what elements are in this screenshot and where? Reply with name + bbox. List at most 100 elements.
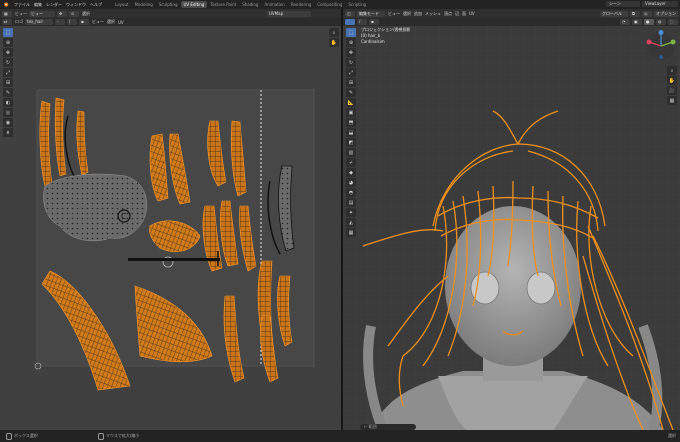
vp-edge-slide-icon[interactable]: ▤ [346, 198, 356, 207]
3d-viewport-canvas[interactable] [343, 26, 680, 430]
overlay-toggle-icon[interactable]: ◔ [620, 19, 630, 25]
menu-edit[interactable]: 編集 [32, 2, 44, 8]
uv-pivot-button[interactable]: ✥ [57, 10, 67, 17]
xray-toggle-icon[interactable]: ▣ [632, 19, 642, 25]
move-icon[interactable]: ✥ [3, 48, 13, 57]
annotate-icon[interactable]: ✎ [3, 88, 13, 97]
solid-shading-icon[interactable]: ● [644, 19, 654, 25]
vp-shear-icon[interactable]: ◭ [346, 218, 356, 227]
tab-texture-paint[interactable]: Texture Paint [207, 1, 239, 8]
vp-smooth-icon[interactable]: ◓ [346, 188, 356, 197]
vp-rotate-icon[interactable]: ↻ [346, 58, 356, 67]
vp-rip-icon[interactable]: ▦ [346, 228, 356, 237]
viewport-vertex-menu[interactable]: 頂点 [444, 11, 452, 17]
vp-move-icon[interactable]: ✥ [346, 48, 356, 57]
vp-annotate-icon[interactable]: ✎ [346, 88, 356, 97]
vp-polybuild-icon[interactable]: ◆ [346, 168, 356, 177]
pinch-icon[interactable]: ◉ [3, 118, 13, 127]
vp-scale-icon[interactable]: ⤢ [346, 68, 356, 77]
uv-editor-canvas[interactable]: C [0, 26, 341, 430]
uv-sync-toggle[interactable]: ⇄ [2, 19, 12, 25]
uv-snap-button[interactable]: ⊙ [69, 10, 79, 17]
vp-knife-icon[interactable]: ⌿ [346, 158, 356, 167]
tab-shading[interactable]: Shading [239, 1, 261, 8]
vp-pan-hand-icon[interactable]: ✋ [667, 76, 677, 85]
uv-mode-dropdown[interactable]: ビュー [29, 10, 55, 17]
vp-camera-icon[interactable]: 🎥 [667, 86, 677, 95]
vp-measure-icon[interactable]: 📐 [346, 98, 356, 107]
snap-icon[interactable]: ⧉ [630, 10, 640, 17]
options-dropdown[interactable]: オプション [654, 10, 678, 17]
select-box-icon[interactable]: ⬚ [3, 28, 13, 37]
mode-dropdown[interactable]: 編集モード [357, 10, 385, 17]
scene-field[interactable]: シーン [606, 1, 640, 7]
rotate-icon[interactable]: ↻ [3, 58, 13, 67]
tab-modeling[interactable]: Modeling [132, 1, 156, 8]
rip-icon[interactable]: ⋔ [3, 128, 13, 137]
viewport-select-menu[interactable]: 選択 [403, 11, 411, 17]
uv-editor-type-button[interactable]: ▦ [2, 10, 12, 17]
rendered-shading-icon[interactable]: ◌ [668, 19, 678, 25]
menu-help[interactable]: ヘルプ [88, 2, 104, 8]
uv-sub-view-menu[interactable]: ビュー [92, 19, 104, 25]
mouse-middle-icon [97, 432, 104, 440]
uv-image-dropdown[interactable]: tex_hair [25, 19, 53, 25]
tab-layout[interactable]: Layout [112, 1, 132, 8]
uv-sub-select-menu[interactable]: 選択 [107, 19, 115, 25]
viewport-face-menu[interactable]: 面 [462, 11, 466, 17]
status-bar: ボックス選択 マウスで拡大/縮小 選択 [0, 430, 680, 442]
grab-icon[interactable]: ◐ [3, 98, 13, 107]
menu-file[interactable]: ファイル [12, 2, 32, 8]
vp-shrink-icon[interactable]: ✦ [346, 208, 356, 217]
material-shading-icon[interactable]: ◍ [656, 19, 666, 25]
uv-view-menu[interactable]: ビュー [15, 11, 27, 17]
select-mode-edge-icon[interactable]: / [357, 19, 367, 25]
viewport-header: ◫ 編集モード ビュー 選択 追加 メッシュ 頂点 辺 面 UV グローバル ⧉… [343, 9, 680, 18]
proportional-icon[interactable]: ◎ [642, 10, 652, 17]
vp-bevel-icon[interactable]: ◩ [346, 138, 356, 147]
viewport-add-menu[interactable]: 追加 [414, 11, 422, 17]
zoom-icon[interactable]: ⌕ [329, 28, 339, 37]
uv-vertex-select-icon[interactable]: · [55, 19, 65, 25]
uv-image-field[interactable]: UVMap [267, 10, 311, 17]
tab-animation[interactable]: Animation [261, 1, 287, 8]
tab-rendering[interactable]: Rendering [288, 1, 314, 8]
scene-selectors: シーン ViewLayer [606, 1, 678, 7]
viewport-view-menu[interactable]: ビュー [388, 11, 400, 17]
select-mode-vertex-icon[interactable]: · [345, 19, 355, 25]
tab-compositing[interactable]: Compositing [314, 1, 345, 8]
tab-scripting[interactable]: Scripting [345, 1, 369, 8]
tab-uv-editing[interactable]: UV Editing [180, 1, 208, 8]
vp-add-cube-icon[interactable]: ▣ [346, 108, 356, 117]
vp-grid-icon[interactable]: ▦ [667, 96, 677, 105]
uv-edge-select-icon[interactable]: / [67, 19, 77, 25]
vp-transform-icon[interactable]: ⊞ [346, 78, 356, 87]
viewlayer-field[interactable]: ViewLayer [642, 1, 678, 7]
menu-render[interactable]: レンダー [44, 2, 64, 8]
navigation-gizmo-icon[interactable] [645, 30, 677, 62]
vp-spin-icon[interactable]: ◕ [346, 178, 356, 187]
viewport-editor-type-button[interactable]: ◫ [345, 10, 355, 17]
vp-select-box-icon[interactable]: ⬚ [346, 28, 356, 37]
viewport-edge-menu[interactable]: 辺 [455, 11, 459, 17]
viewport-uv-menu[interactable]: UV [469, 11, 475, 16]
pan-hand-icon[interactable]: ✋ [329, 38, 339, 47]
vp-cursor-icon[interactable]: ⊕ [346, 38, 356, 47]
vp-zoom-icon[interactable]: ⌕ [667, 66, 677, 75]
menu-window[interactable]: ウィンドウ [64, 2, 88, 8]
select-mode-face-icon[interactable]: ▪ [369, 19, 379, 25]
uv-select-menu[interactable]: 選択 [82, 11, 90, 17]
transform-orientation-dropdown[interactable]: グローバル [600, 10, 628, 17]
transform-icon[interactable]: ⊞ [3, 78, 13, 87]
scale-icon[interactable]: ⤢ [3, 68, 13, 77]
uv-sub-uv-menu[interactable]: UV [118, 20, 124, 25]
relax-icon[interactable]: ◎ [3, 108, 13, 117]
cursor-icon[interactable]: ⊕ [3, 38, 13, 47]
viewport-mesh-menu[interactable]: メッシュ [425, 11, 441, 17]
vp-inset-icon[interactable]: ⬓ [346, 128, 356, 137]
vp-extrude-icon[interactable]: ⬒ [346, 118, 356, 127]
vp-loopcut-icon[interactable]: ▥ [346, 148, 356, 157]
uv-face-select-icon[interactable]: ▪ [79, 19, 89, 25]
blender-logo-icon[interactable] [2, 1, 9, 8]
tab-sculpting[interactable]: Sculpting [156, 1, 181, 8]
